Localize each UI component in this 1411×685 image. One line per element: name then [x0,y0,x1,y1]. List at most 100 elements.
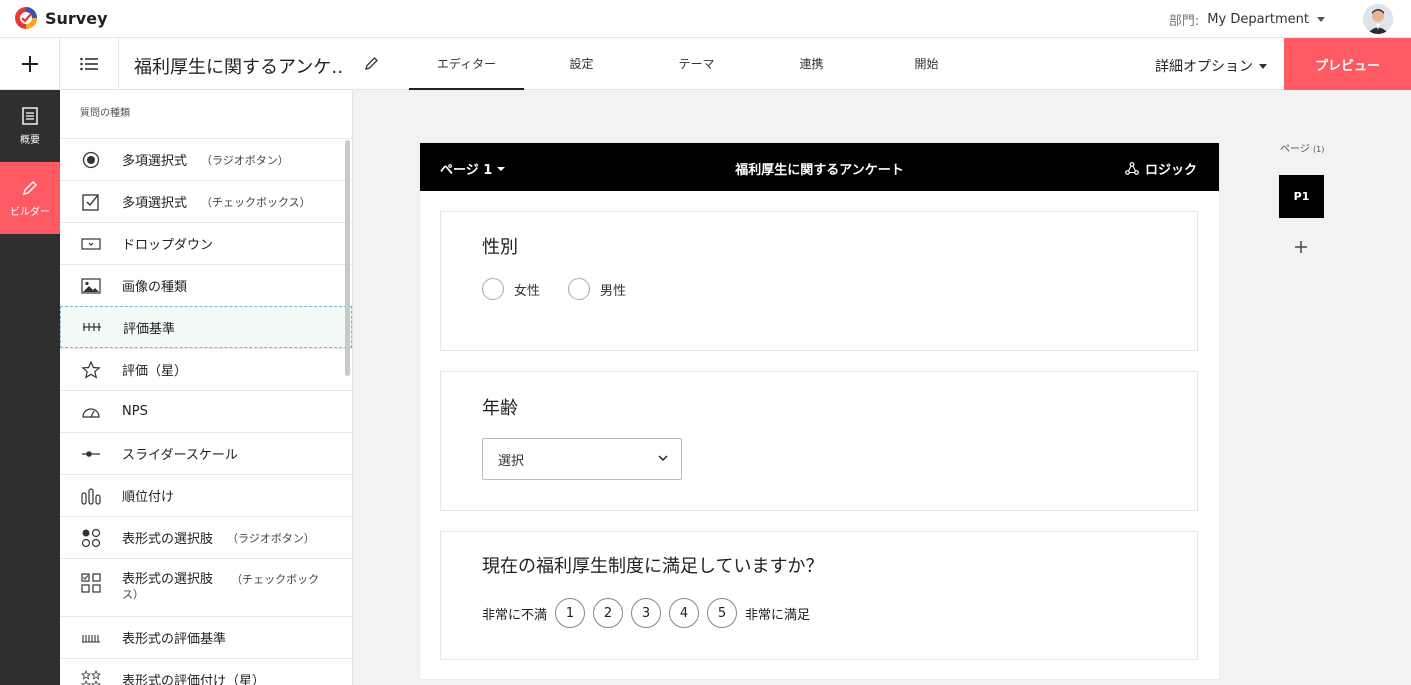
gauge-icon [80,401,102,423]
age-select[interactable]: 選択 [482,438,682,480]
caret-down-icon [1317,17,1325,22]
question-card-age[interactable]: 年齢 選択 [440,371,1198,511]
page-header: ページ 1 福利厚生に関するアンケート ロジック [420,143,1219,191]
top-bar: Survey 部門: My Department [0,0,1411,38]
advanced-options-label: 詳細オプション [1155,59,1253,75]
question-type-item[interactable]: 順位付け [60,474,352,516]
tab-editor[interactable]: エディター [409,38,524,90]
advanced-options-dropdown[interactable]: 詳細オプション [1155,56,1267,76]
app-name: Survey [45,8,108,28]
pages-count: (1) [1313,145,1325,154]
survey-title[interactable]: 福利厚生に関するアンケ… [134,53,344,79]
add-button[interactable] [0,38,60,90]
question-card-gender[interactable]: 性別 女性 男性 [440,211,1198,351]
panel-title: 質問の種類 [80,108,130,119]
survey-list-button[interactable] [60,38,119,90]
avatar-image [1363,4,1393,34]
question-type-item[interactable]: 表形式の選択肢 （ラジオボタン） [60,516,352,558]
app-logo[interactable]: Survey [14,6,108,30]
question-type-label: 表形式の選択肢 [122,572,214,587]
question-type-label: 表形式の評価基準 [122,632,227,647]
question-type-label: 画像の種類 [122,280,188,295]
question-type-label: 順位付け [122,490,175,505]
star-icon [80,359,102,381]
question-type-item[interactable]: 表形式の評価基準 [60,616,352,658]
radio-label: 男性 [600,283,627,299]
pages-label: ページ (1) [1280,140,1324,155]
logic-label: ロジック [1144,163,1197,178]
dropdown-icon [80,233,102,255]
slider-icon [80,443,102,465]
question-card-satisfaction[interactable]: 現在の福利厚生制度に満足していますか？ 非常に不満 1 2 3 4 5 非常に満… [440,531,1198,660]
question-type-item[interactable]: 画像の種類 [60,264,352,306]
matrix-scale-icon [80,627,102,649]
page-thumbnail-p1[interactable]: P1 [1279,175,1324,218]
question-type-item[interactable]: 評価基準 [60,306,352,348]
caret-down-icon [1259,63,1267,69]
matrix-star-icon [80,669,102,685]
rating-option-3[interactable]: 3 [631,598,662,628]
tab-launch[interactable]: 開始 [869,38,984,90]
document-icon [22,106,38,125]
left-rail: 概要 ビルダー [0,90,60,685]
rating-option-4[interactable]: 4 [669,598,700,628]
radio-label: 女性 [514,283,541,299]
question-type-label: 評価基準 [123,321,176,337]
question-type-item[interactable]: スライダースケール [60,432,352,474]
question-title: 性別 [482,237,518,258]
question-type-sub: （ラジオボタン） [201,153,289,167]
question-types-panel: 質問の種類 多項選択式 （ラジオボタン） 多項選択式 （チェックボックス） ドロ… [60,90,353,685]
question-type-label: 表形式の評価付け（星） [122,674,266,685]
preview-button[interactable]: プレビュー [1284,38,1411,90]
rail-item-builder[interactable]: ビルダー [0,162,60,234]
question-type-label: 表形式の選択肢 [122,532,214,547]
list-icon [80,57,98,71]
pencil-icon[interactable] [364,56,379,71]
question-type-item[interactable]: NPS [60,390,352,432]
tab-theme[interactable]: テーマ [639,38,754,90]
rating-option-2[interactable]: 2 [593,598,624,628]
radio-button[interactable] [482,278,504,300]
editor-tabs: エディター 設定 テーマ 連携 開始 [409,38,984,90]
scale-high-label: 非常に満足 [745,607,811,623]
question-type-item[interactable]: 表形式の評価付け（星） [60,658,352,685]
question-type-item[interactable]: 多項選択式 （ラジオボタン） [60,138,352,180]
radio-option-male[interactable]: 男性 [568,278,626,300]
question-type-label: 評価（星） [122,364,188,379]
radio-button[interactable] [568,278,591,300]
question-type-item[interactable]: 評価（星） [60,348,352,390]
rail-item-overview[interactable]: 概要 [0,90,60,162]
chevron-down-icon [658,455,668,462]
image-icon [80,275,102,297]
panel-scrollbar[interactable] [345,140,350,376]
page-title: 福利厚生に関するアンケート [735,163,904,178]
department-value: My Department [1207,12,1309,27]
radio-option-female[interactable]: 女性 [482,278,540,300]
question-type-label: ドロップダウン [122,238,214,253]
question-type-item[interactable]: 表形式の選択肢 （チェックボックス） [60,558,352,616]
rating-option-5[interactable]: 5 [707,598,738,628]
rating-scale: 非常に不満 1 2 3 4 5 非常に満足 [482,598,810,628]
logic-button[interactable]: ロジック [1125,159,1197,178]
tab-settings[interactable]: 設定 [524,38,639,90]
question-type-sub: （ラジオボタン） [227,531,315,545]
logic-icon [1125,162,1139,175]
question-title: 年齢 [482,398,518,419]
question-title: 現在の福利厚生制度に満足していますか？ [482,556,824,577]
user-avatar[interactable] [1363,4,1393,34]
rating-option-1[interactable]: 1 [555,598,586,628]
department-selector[interactable]: 部門: My Department [1169,10,1325,29]
question-type-item[interactable]: 多項選択式 （チェックボックス） [60,180,352,222]
add-page-plus-icon[interactable] [1292,238,1310,256]
editor-toolbar: 福利厚生に関するアンケ… エディター 設定 テーマ 連携 開始 詳細オプション … [0,38,1411,90]
rail-item-label: ビルダー [10,206,50,218]
tab-integrations[interactable]: 連携 [754,38,869,90]
matrix-radio-icon [80,527,102,549]
question-type-item[interactable]: ドロップダウン [60,222,352,264]
question-type-label: NPS [122,404,148,419]
rail-item-label: 概要 [20,134,40,146]
question-type-label: スライダースケール [122,448,238,463]
pencil-icon [23,180,37,195]
question-type-label: 多項選択式 [122,154,188,169]
ranking-icon [80,485,102,507]
